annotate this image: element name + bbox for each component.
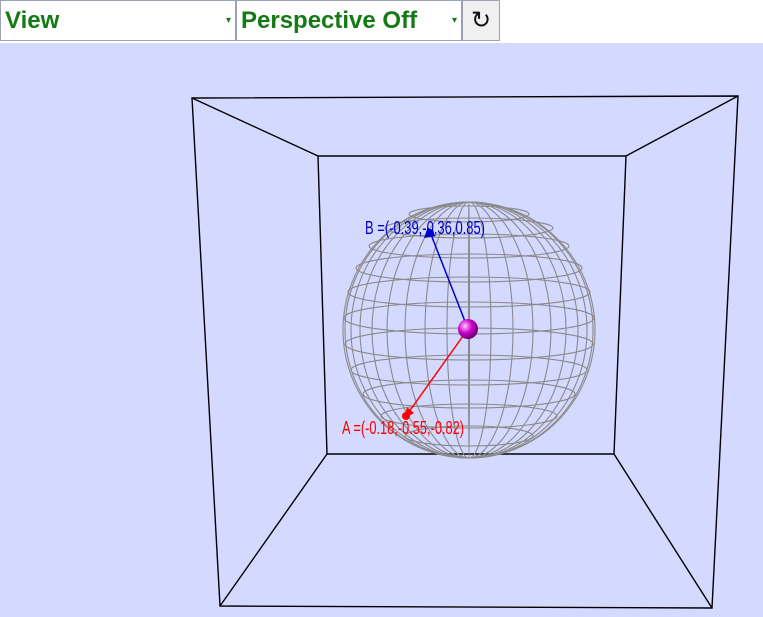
point-a-label: A =(-0.18,-0.55,-0.82) xyxy=(342,418,464,438)
box-back-face xyxy=(317,155,627,455)
view-select[interactable]: View ▾ xyxy=(0,0,236,41)
dropdown-arrow-icon: ▾ xyxy=(225,15,231,26)
dropdown-arrow-icon: ▾ xyxy=(451,15,457,26)
box-edge xyxy=(613,453,713,609)
reset-button[interactable]: ↻ xyxy=(462,0,500,41)
box-edge xyxy=(191,97,319,157)
reset-icon: ↻ xyxy=(470,7,492,34)
box-front-face xyxy=(191,95,739,609)
perspective-select[interactable]: Perspective Off ▾ xyxy=(236,0,462,41)
scene-svg[interactable]: B =(-0.39,-0.36,0.85) A =(-0.18,-0.55,-0… xyxy=(0,43,763,617)
perspective-select-label: Perspective Off xyxy=(241,6,418,34)
view-select-label: View xyxy=(5,6,60,34)
bounding-box xyxy=(191,95,739,609)
toolbar: View ▾ Perspective Off ▾ ↻ xyxy=(0,0,763,43)
center-point[interactable] xyxy=(458,319,478,339)
box-edge xyxy=(219,453,328,607)
vector-b-line xyxy=(429,231,469,330)
vector-a-line xyxy=(405,328,469,417)
point-b-label: B =(-0.39,-0.36,0.85) xyxy=(365,218,485,238)
3d-viewport[interactable]: B =(-0.39,-0.36,0.85) A =(-0.18,-0.55,-0… xyxy=(0,43,763,617)
box-edge xyxy=(625,95,739,157)
